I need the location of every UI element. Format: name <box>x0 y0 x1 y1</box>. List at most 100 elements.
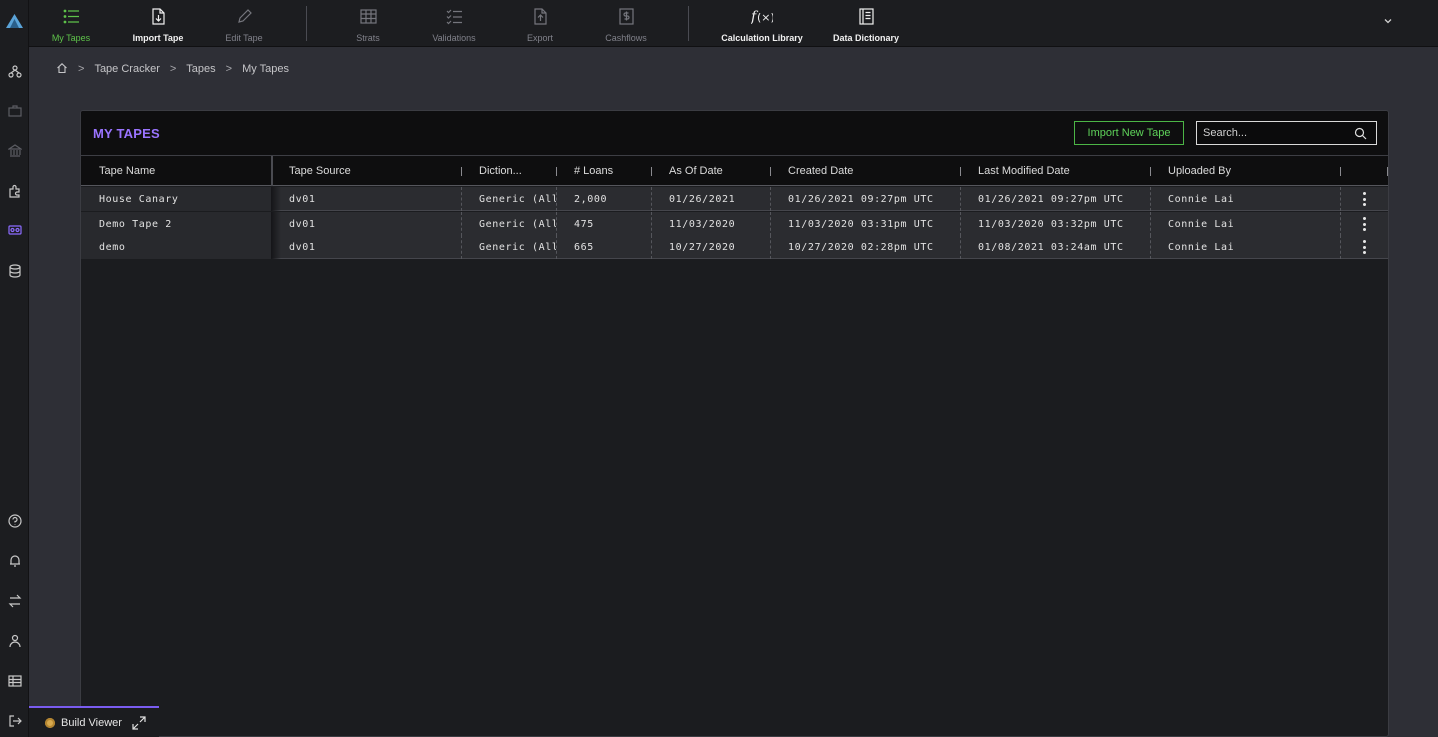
panel-header: MY TAPES Import New Tape <box>81 111 1388 156</box>
toolbar-edit-tape[interactable]: Edit Tape <box>219 0 269 47</box>
column-resizer[interactable] <box>1340 167 1341 176</box>
cell-last-modified: 01/08/2021 03:24am UTC <box>978 241 1124 253</box>
cell-as-of-date: 10/27/2020 <box>669 241 736 253</box>
cell-tape-source: dv01 <box>289 193 316 205</box>
status-dot-icon <box>45 717 55 728</box>
row-menu-icon[interactable] <box>1361 217 1367 231</box>
toolbar-my-tapes[interactable]: My Tapes <box>46 0 96 47</box>
tape-cracker-icon[interactable] <box>6 221 23 238</box>
toolbar-label: Import Tape <box>132 33 184 43</box>
toolbar-label: Calculation Library <box>721 33 803 43</box>
toolbar-label: Edit Tape <box>225 33 263 43</box>
toolbar-data-dictionary[interactable]: Data Dictionary <box>831 0 901 47</box>
cell-dictionary: Generic (All <box>479 218 556 230</box>
logout-icon[interactable] <box>6 712 23 729</box>
build-viewer-tab[interactable]: Build Viewer <box>29 706 159 737</box>
toolbar-divider <box>306 6 307 41</box>
grid-table-icon <box>359 9 377 24</box>
cell-divider <box>1340 187 1341 211</box>
cell-last-modified: 11/03/2020 03:32pm UTC <box>978 218 1124 230</box>
table-icon[interactable] <box>6 672 23 689</box>
book-icon <box>858 8 874 25</box>
column-header-tape-name[interactable]: Tape Name <box>81 156 271 186</box>
cell-created-date: 11/03/2020 03:31pm UTC <box>788 218 934 230</box>
users-icon[interactable] <box>6 632 23 649</box>
bell-icon[interactable] <box>6 552 23 569</box>
import-new-tape-button[interactable]: Import New Tape <box>1074 121 1184 145</box>
my-tapes-panel: MY TAPES Import New Tape Tape Name Tape … <box>80 110 1389 737</box>
toolbar-cashflows[interactable]: Cashflows <box>600 0 652 47</box>
table-row[interactable]: demo dv01 Generic (All 665 10/27/2020 10… <box>81 235 1388 259</box>
toolbar-export[interactable]: Export <box>515 0 565 47</box>
cell-divider <box>1340 212 1341 236</box>
column-header-loans[interactable]: # Loans <box>556 156 651 186</box>
column-header-dictionary[interactable]: Diction... <box>461 156 556 186</box>
cell-dictionary: Generic (All <box>479 241 556 253</box>
list-icon <box>63 9 79 24</box>
column-header-as-of-date[interactable]: As Of Date <box>651 156 770 186</box>
cell-tape-name[interactable]: Demo Tape 2 <box>81 212 271 236</box>
search-input[interactable] <box>1203 125 1351 141</box>
bank-icon[interactable] <box>6 142 23 159</box>
cell-uploaded-by: Connie Lai <box>1168 193 1235 205</box>
cell-uploaded-by: Connie Lai <box>1168 218 1235 230</box>
briefcase-icon[interactable] <box>6 102 23 119</box>
breadcrumb-tape-cracker[interactable]: Tape Cracker <box>94 63 159 75</box>
toolbar-label: My Tapes <box>51 33 91 43</box>
table-row[interactable]: House Canary dv01 Generic (All 2,000 01/… <box>81 187 1388 211</box>
top-toolbar: My Tapes Import Tape Edit Tape Strats Va… <box>29 0 1438 47</box>
cell-uploaded-by: Connie Lai <box>1168 241 1235 253</box>
dollar-doc-icon <box>618 8 634 25</box>
toolbar-label: Cashflows <box>605 33 647 43</box>
toolbar-import-tape[interactable]: Import Tape <box>130 0 186 47</box>
search-box <box>1196 121 1377 145</box>
cell-loans: 665 <box>574 241 594 253</box>
cell-dictionary: Generic (All <box>479 193 556 205</box>
database-icon[interactable] <box>6 262 23 279</box>
toolbar-calculation-library[interactable]: f(×) Calculation Library <box>721 0 803 47</box>
cell-tape-name[interactable]: demo <box>81 235 271 259</box>
swap-icon[interactable] <box>6 592 23 609</box>
help-icon[interactable] <box>6 512 23 529</box>
row-menu-icon[interactable] <box>1361 192 1367 206</box>
chevron-down-icon[interactable] <box>1382 15 1394 27</box>
cell-as-of-date: 11/03/2020 <box>669 218 736 230</box>
cell-tape-name[interactable]: House Canary <box>81 187 271 211</box>
cell-as-of-date: 01/26/2021 <box>669 193 736 205</box>
column-header-last-modified[interactable]: Last Modified Date <box>960 156 1150 186</box>
breadcrumb: > Tape Cracker > Tapes > My Tapes <box>56 62 289 76</box>
checklist-icon <box>446 9 462 25</box>
build-viewer-label: Build Viewer <box>61 716 122 729</box>
breadcrumb-my-tapes: My Tapes <box>242 63 289 75</box>
cell-loans: 475 <box>574 218 594 230</box>
toolbar-label: Data Dictionary <box>832 33 900 43</box>
left-rail <box>0 0 29 737</box>
app-logo-icon[interactable] <box>6 14 23 28</box>
pencil-icon <box>237 9 252 23</box>
cell-last-modified: 01/26/2021 09:27pm UTC <box>978 193 1124 205</box>
cell-tape-source: dv01 <box>289 241 316 253</box>
models-icon[interactable] <box>6 63 23 80</box>
toolbar-strats[interactable]: Strats <box>343 0 393 47</box>
toolbar-validations[interactable]: Validations <box>429 0 479 47</box>
column-header-created-date[interactable]: Created Date <box>770 156 960 186</box>
expand-icon[interactable] <box>132 715 146 730</box>
function-icon: f(×) <box>751 9 773 25</box>
cell-created-date: 01/26/2021 09:27pm UTC <box>788 193 934 205</box>
cell-divider <box>1340 235 1341 259</box>
pinned-column-divider <box>271 156 273 186</box>
breadcrumb-separator: > <box>78 63 85 75</box>
search-icon[interactable] <box>1354 127 1367 140</box>
row-menu-icon[interactable] <box>1361 240 1367 254</box>
table-row[interactable]: Demo Tape 2 dv01 Generic (All 475 11/03/… <box>81 212 1388 236</box>
column-header-tape-source[interactable]: Tape Source <box>271 156 461 186</box>
column-resizer[interactable] <box>1387 167 1388 176</box>
file-export-icon <box>533 8 547 25</box>
toolbar-label: Export <box>526 33 553 43</box>
column-header-uploaded-by[interactable]: Uploaded By <box>1150 156 1340 186</box>
cell-tape-source: dv01 <box>289 218 316 230</box>
puzzle-icon[interactable] <box>6 182 23 199</box>
toolbar-label: Strats <box>356 33 380 43</box>
breadcrumb-tapes[interactable]: Tapes <box>186 63 215 75</box>
home-icon[interactable] <box>56 62 68 77</box>
